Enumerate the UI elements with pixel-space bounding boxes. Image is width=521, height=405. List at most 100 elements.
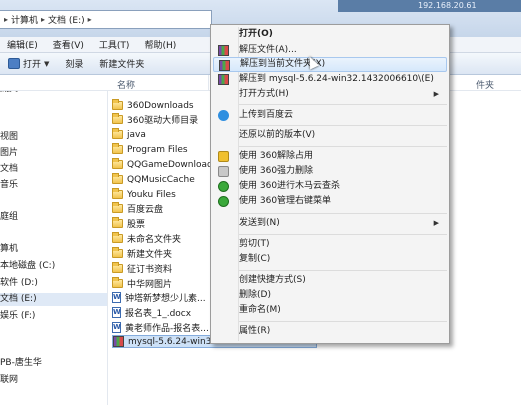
nav-item-videos[interactable]: 视图	[0, 131, 107, 144]
menu-separator	[239, 213, 447, 214]
context-menu: 打开(O) 解压文件(A)... 解压到当前文件夹(X) 解压到 mysql-5…	[210, 24, 450, 344]
menu-separator	[239, 270, 447, 271]
menu-separator	[239, 234, 447, 235]
nav-item-computer[interactable]: 算机	[0, 243, 107, 256]
ctx-label: 打开方式(H)	[239, 89, 289, 99]
ctx-copy[interactable]: 复制(C)	[213, 252, 447, 267]
winrar-icon	[218, 45, 229, 56]
ctx-label: 使用 360管理右键菜单	[239, 196, 332, 206]
winrar-archive-icon	[113, 336, 124, 347]
new-folder-label: 新建文件夹	[99, 60, 145, 70]
ctx-rename[interactable]: 重命名(M)	[213, 303, 447, 318]
column-divider[interactable]	[208, 75, 209, 91]
nav-item-documents[interactable]: 文档	[0, 163, 107, 176]
winrar-icon	[218, 74, 229, 85]
folder-icon	[112, 99, 123, 110]
word-doc-icon	[112, 292, 121, 303]
nav-item-pictures[interactable]: 图片	[0, 147, 107, 160]
nav-item-network[interactable]: 联网	[0, 374, 107, 387]
file-name: QQGameDownload	[127, 159, 213, 170]
breadcrumb-computer[interactable]: 计算机	[11, 13, 38, 26]
ctx-extract-here[interactable]: 解压到当前文件夹(X)	[213, 57, 447, 72]
ctx-label: 属性(R)	[239, 326, 271, 336]
ctx-delete[interactable]: 删除(D)	[213, 288, 447, 303]
file-name: 征订书资料	[127, 265, 173, 275]
ctx-label: 解压到 mysql-5.6.24-win32.1432006610\(E)	[239, 74, 434, 84]
file-name: java	[127, 129, 146, 140]
ctx-label: 复制(C)	[239, 254, 271, 264]
navigation-pane: 藏夹 视图 图片 文档 音乐 庭组 算机 本地磁盘 (C:) 软件 (D:) 文…	[0, 75, 108, 405]
word-doc-icon	[112, 322, 121, 333]
column-name-header[interactable]: 名称	[117, 78, 135, 91]
ctx-label: 删除(D)	[239, 290, 271, 300]
folder-icon	[112, 158, 123, 169]
ctx-label: 打开(O)	[239, 29, 273, 39]
submenu-arrow-icon: ▶	[433, 219, 439, 227]
ctx-extract-to-folder[interactable]: 解压到 mysql-5.6.24-win32.1432006610\(E)	[213, 72, 447, 87]
360-icon	[218, 151, 229, 162]
open-icon	[8, 58, 20, 69]
menu-view[interactable]: 查看(V)	[46, 38, 92, 51]
file-name: 新建文件夹	[127, 250, 173, 260]
nav-item-drive-e[interactable]: 文档 (E:)	[0, 293, 107, 306]
nav-item-music[interactable]: 音乐	[0, 179, 107, 192]
folder-icon	[112, 173, 123, 184]
address-bar[interactable]: ▸ 计算机 ▸ 文档 (E:) ▸	[0, 10, 212, 29]
baidu-cloud-icon	[218, 110, 229, 121]
nav-item-drive-c[interactable]: 本地磁盘 (C:)	[0, 260, 107, 273]
ctx-properties[interactable]: 属性(R)	[213, 324, 447, 339]
ctx-cut[interactable]: 剪切(T)	[213, 237, 447, 252]
ctx-label: 剪切(T)	[239, 239, 270, 249]
360-scan-icon	[218, 196, 229, 207]
burn-label: 刻录	[65, 60, 84, 70]
file-name: Youku Files	[127, 189, 176, 200]
ctx-create-shortcut[interactable]: 创建快捷方式(S)	[213, 273, 447, 288]
folder-icon	[112, 188, 123, 199]
folder-icon	[112, 217, 123, 228]
ctx-360-scan[interactable]: 使用 360进行木马云查杀	[213, 179, 447, 194]
ctx-label: 上传到百度云	[239, 110, 294, 120]
file-name: 360Downloads	[127, 100, 194, 111]
folder-icon	[112, 143, 123, 154]
chevron-right-icon[interactable]: ▸	[88, 15, 92, 24]
column-type-header[interactable]: 件夹	[476, 78, 494, 91]
ctx-360-manage-menu[interactable]: 使用 360管理右键菜单	[213, 194, 447, 209]
ctx-restore-versions[interactable]: 还原以前的版本(V)	[213, 128, 447, 143]
menu-help[interactable]: 帮助(H)	[137, 38, 184, 51]
ctx-upload-baidu[interactable]: 上传到百度云	[213, 108, 447, 123]
file-name: 股票	[127, 220, 146, 230]
ctx-label: 使用 360解除占用	[239, 151, 314, 161]
open-button[interactable]: 打开 ▼	[0, 57, 57, 70]
chevron-right-icon[interactable]: ▸	[41, 15, 45, 24]
word-doc-icon	[112, 307, 121, 318]
ctx-open[interactable]: 打开(O)	[213, 27, 447, 42]
menu-edit[interactable]: 编辑(E)	[0, 38, 46, 51]
ctx-360-unlock[interactable]: 使用 360解除占用	[213, 149, 447, 164]
ctx-send-to[interactable]: 发送到(N) ▶	[213, 216, 447, 231]
folder-icon	[112, 247, 123, 258]
file-name: QQMusicCache	[127, 174, 195, 185]
ctx-open-with[interactable]: 打开方式(H) ▶	[213, 87, 447, 102]
file-name: 中华网图片	[127, 280, 173, 290]
folder-icon	[112, 113, 123, 124]
ctx-360-shred[interactable]: 使用 360强力删除	[213, 164, 447, 179]
menu-tools[interactable]: 工具(T)	[92, 38, 138, 51]
nav-item-homegroup[interactable]: 庭组	[0, 211, 107, 224]
ctx-label: 重命名(M)	[239, 305, 281, 315]
folder-icon	[112, 277, 123, 288]
ctx-label: 使用 360进行木马云查杀	[239, 181, 341, 191]
nav-item-drive-f[interactable]: 娱乐 (F:)	[0, 310, 107, 323]
breadcrumb-drive-e[interactable]: 文档 (E:)	[48, 13, 85, 26]
file-name: mysql-5.6.24-win3...	[128, 336, 220, 347]
menu-separator	[239, 104, 447, 105]
nav-item-network-pc[interactable]: PB-唐生华	[0, 357, 107, 370]
new-folder-button[interactable]: 新建文件夹	[91, 57, 152, 70]
ctx-label: 创建快捷方式(S)	[239, 275, 306, 285]
file-name: Program Files	[127, 144, 188, 155]
nav-item-drive-d[interactable]: 软件 (D:)	[0, 277, 107, 290]
chevron-right-icon[interactable]: ▸	[4, 15, 8, 24]
burn-button[interactable]: 刻录	[57, 57, 91, 70]
ctx-label: 还原以前的版本(V)	[239, 130, 316, 140]
ctx-label: 解压文件(A)...	[239, 45, 297, 55]
ctx-extract-files[interactable]: 解压文件(A)...	[213, 43, 447, 58]
